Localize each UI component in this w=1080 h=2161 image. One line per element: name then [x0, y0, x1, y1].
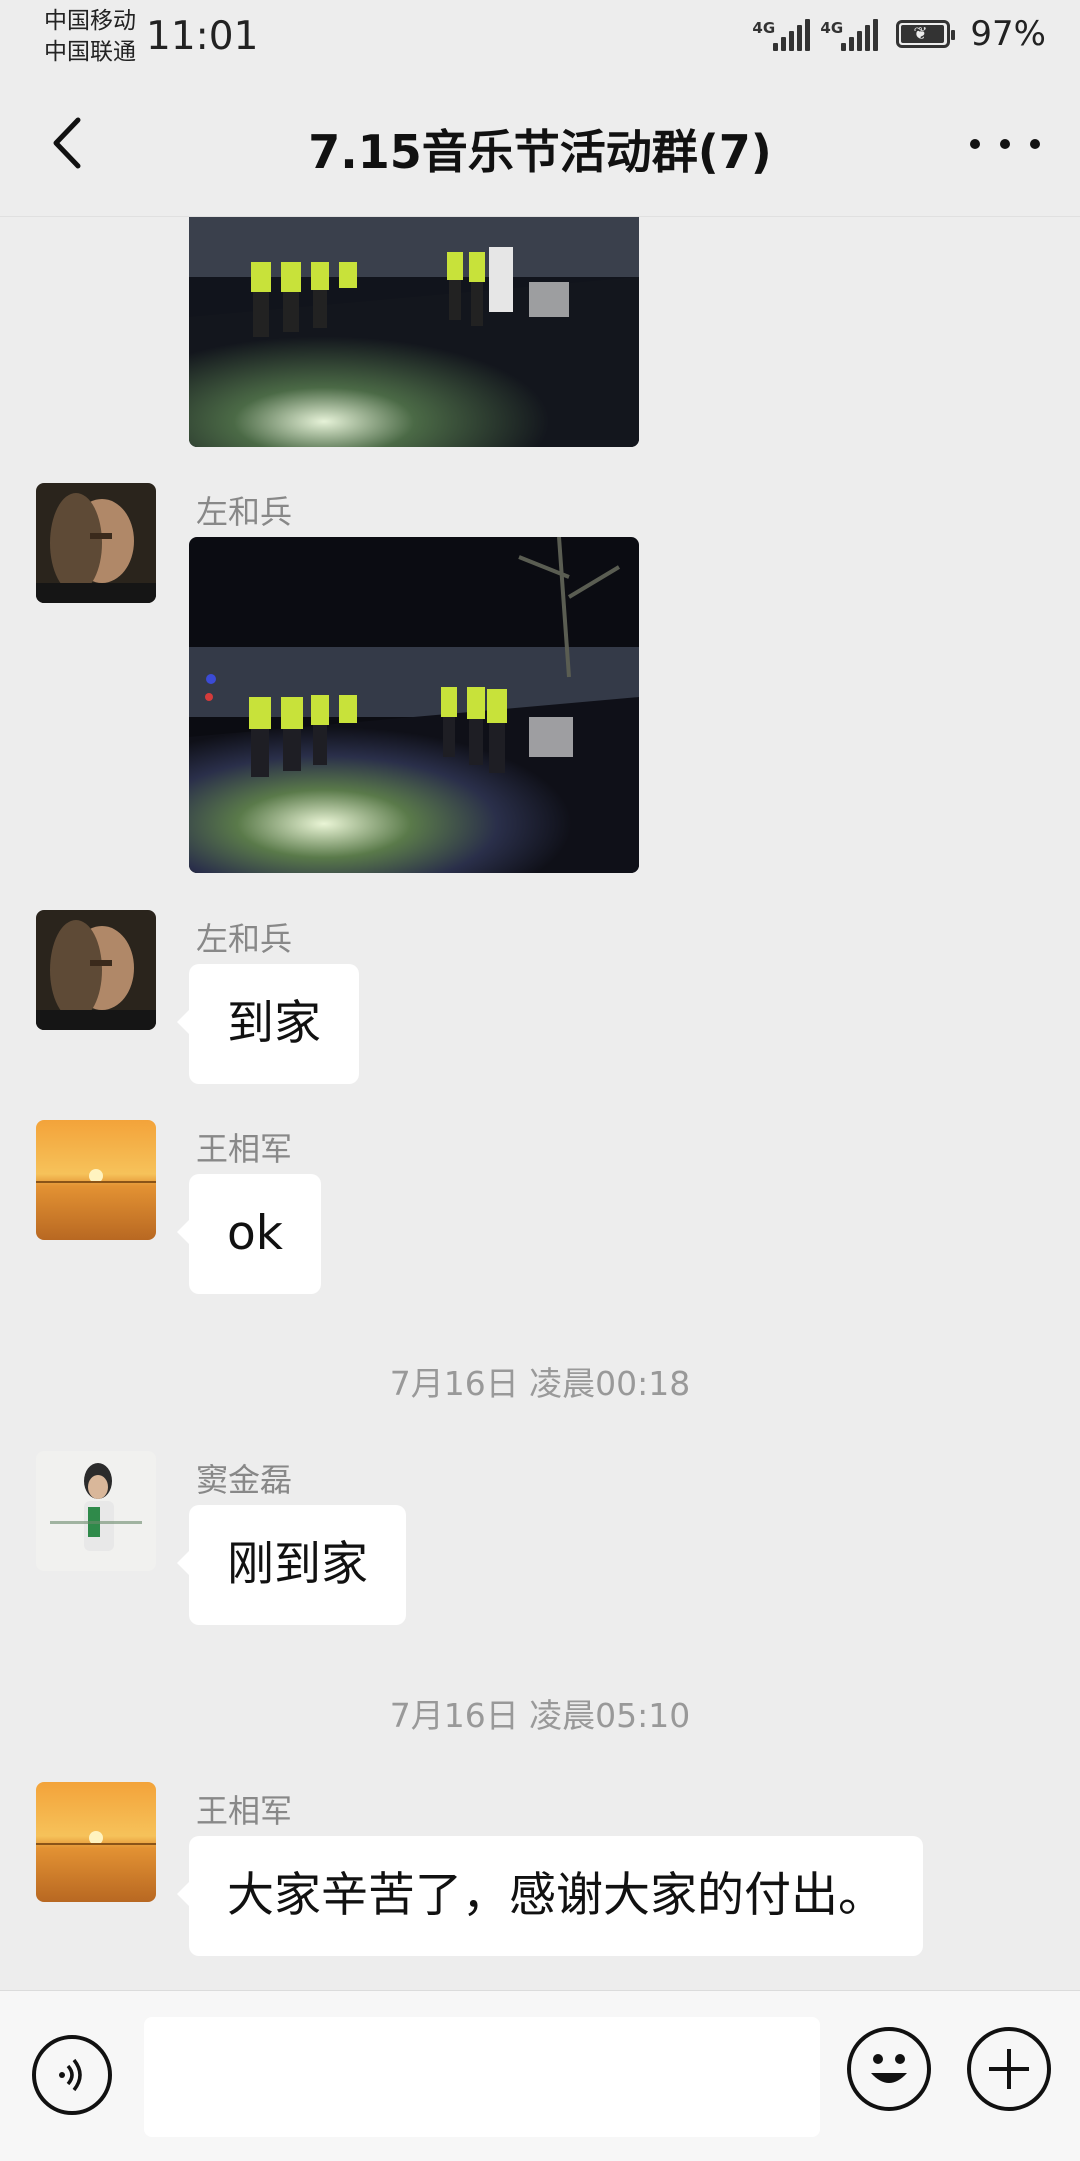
more-horizontal-icon: [970, 139, 980, 149]
carrier-1: 中国移动: [44, 8, 136, 34]
carrier-2: 中国联通: [44, 39, 136, 65]
image-message[interactable]: [189, 217, 639, 447]
user-avatar-image: [36, 1451, 156, 1571]
emoji-icon: [871, 2054, 907, 2083]
message-timestamp: 7月16日 凌晨00:18: [389, 1364, 691, 1403]
avatar[interactable]: [36, 910, 156, 1030]
text-message[interactable]: 刚到家: [177, 1505, 406, 1625]
user-avatar-image: [36, 483, 156, 603]
sender-name: 窦金磊: [196, 1461, 293, 1499]
text-message[interactable]: ok: [177, 1174, 321, 1294]
sender-name: 左和兵: [196, 920, 293, 958]
input-bar: [0, 1990, 1080, 2161]
more-button[interactable]: [970, 124, 1040, 164]
user-avatar-image: [36, 1782, 156, 1902]
user-avatar-image: [36, 910, 156, 1030]
text-message[interactable]: 大家辛苦了，感谢大家的付出。: [177, 1836, 923, 1956]
user-avatar-image: [36, 1120, 156, 1240]
avatar[interactable]: [36, 483, 156, 603]
status-time: 11:01: [146, 14, 259, 59]
message-input[interactable]: [144, 2017, 820, 2137]
plus-circle-icon[interactable]: [967, 2027, 1051, 2111]
photo-thumbnail: [189, 537, 639, 873]
emoji-button[interactable]: [847, 2027, 931, 2111]
avatar[interactable]: [36, 1120, 156, 1240]
carrier-labels: 中国移动 中国联通: [44, 6, 136, 68]
status-indicators: 4G 4G ❦ 97%: [752, 14, 1046, 54]
sender-name: 王相军: [196, 1130, 293, 1168]
status-bar: 中国移动 中国联通 11:01 4G 4G ❦ 97%: [0, 0, 1080, 72]
battery-percent: 97%: [970, 14, 1046, 54]
image-message[interactable]: [189, 537, 639, 873]
sender-name: 王相军: [196, 1792, 293, 1830]
back-button[interactable]: [36, 106, 96, 180]
signal-icon: 4G: [752, 17, 811, 51]
battery-icon: ❦: [896, 20, 956, 48]
chat-title: 7.15音乐节活动群(7): [308, 125, 772, 179]
voice-button[interactable]: [32, 2035, 112, 2115]
avatar[interactable]: [36, 1782, 156, 1902]
avatar[interactable]: [36, 1451, 156, 1571]
chevron-left-icon: [53, 117, 81, 169]
chat-header: 7.15音乐节活动群(7): [0, 72, 1080, 216]
sender-name: 左和兵: [196, 493, 293, 531]
message-list[interactable]: 左和兵 左和兵 到家 王相军 ok 7月16日 凌晨00:18 窦金磊 刚到家 …: [0, 216, 1080, 1991]
signal-icon: 4G: [820, 17, 879, 51]
photo-thumbnail: [189, 217, 639, 447]
message-timestamp: 7月16日 凌晨05:10: [389, 1696, 691, 1735]
voice-icon: [59, 2058, 82, 2092]
text-message[interactable]: 到家: [177, 964, 359, 1084]
